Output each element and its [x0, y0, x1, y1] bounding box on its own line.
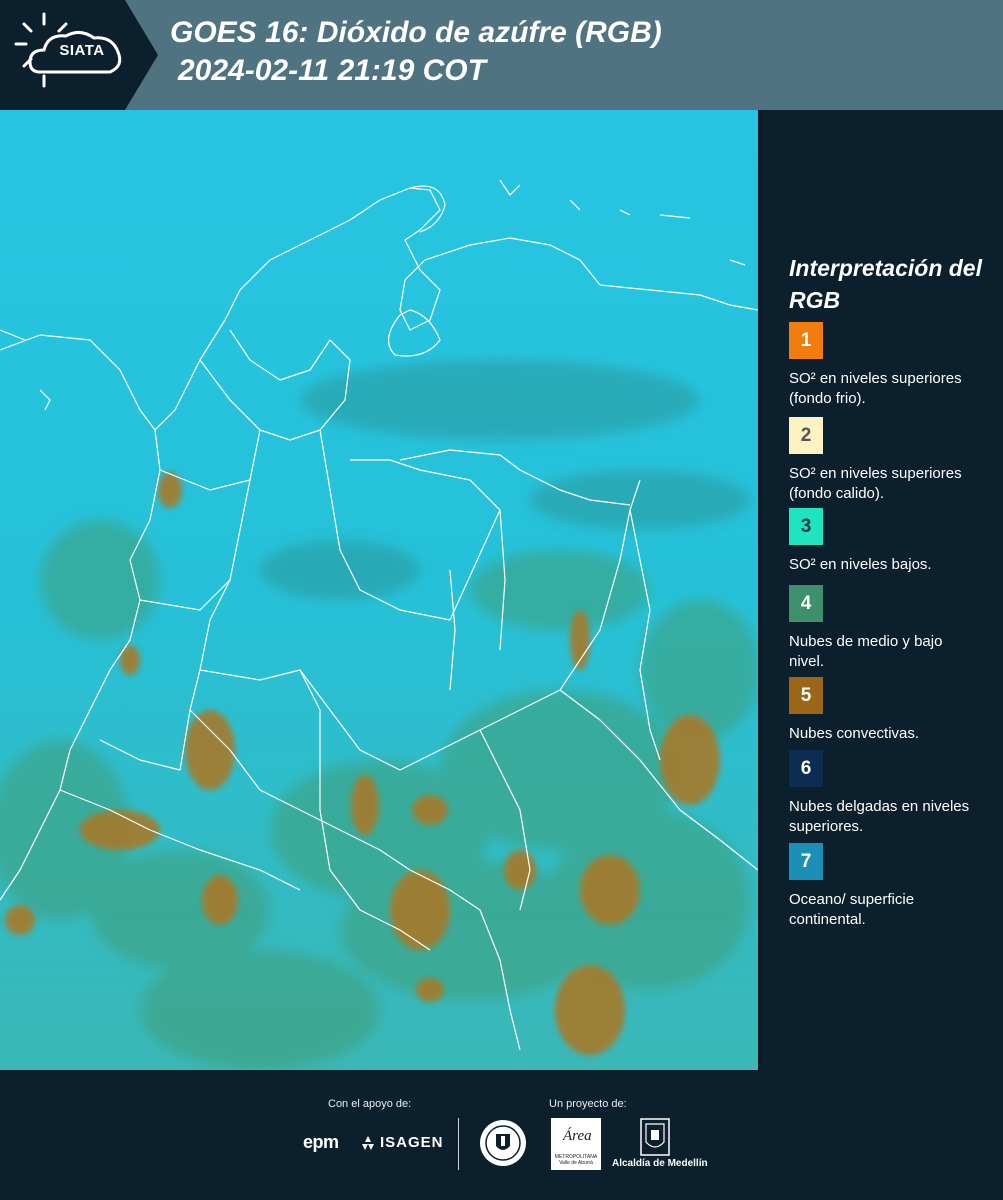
legend-title: Interpretación del RGB: [789, 255, 982, 313]
legend-swatch: 5: [789, 677, 823, 714]
legend-description: Oceano/ superficie continental.: [789, 891, 915, 928]
legend-item-4: 4 Nubes de medio y bajo nivel.: [789, 585, 999, 672]
legend-swatch: 3: [789, 508, 823, 545]
legend-item-3: 3 SO² en niveles bajos.: [789, 508, 999, 575]
footer-divider: [458, 1118, 459, 1170]
header-bar: SIATA GOES 16: Dióxido de azúfre (RGB) 2…: [0, 0, 1003, 110]
area-logo-caption: METROPOLITANA Valle de Aburrá: [554, 1154, 598, 1166]
alcaldia-shield-icon: [640, 1118, 670, 1156]
siata-logo-text: SIATA: [59, 42, 105, 59]
legend-item-5: 5 Nubes convectivas.: [789, 677, 999, 744]
legend-description: SO² en niveles superiores (fondo frio).: [789, 370, 962, 407]
legend-swatch: 7: [789, 843, 823, 880]
footer: Con el apoyo de: Un proyecto de: epm ISA…: [0, 1070, 1003, 1200]
page-timestamp: 2024-02-11 21:19 COT: [178, 54, 486, 87]
legend-swatch: 1: [789, 322, 823, 359]
isagen-text: ISAGEN: [380, 1134, 444, 1151]
alcaldia-label: Alcaldía de Medellín: [612, 1158, 708, 1169]
legend-item-6: 6 Nubes delgadas en niveles superiores.: [789, 750, 999, 837]
isagen-logo: ISAGEN: [360, 1134, 444, 1151]
project-label: Un proyecto de:: [549, 1098, 627, 1110]
epm-logo: epm: [303, 1132, 339, 1152]
legend-swatch: 2: [789, 417, 823, 454]
legend-item-1: 1 SO² en niveles superiores (fondo frio)…: [789, 322, 999, 409]
satellite-map[interactable]: [0, 110, 758, 1070]
legend-description: Nubes de medio y bajo nivel.: [789, 633, 943, 670]
legend-swatch: 6: [789, 750, 823, 787]
siata-logo-band: SIATA: [0, 0, 160, 110]
page-title: GOES 16: Dióxido de azúfre (RGB): [170, 16, 662, 49]
legend-description: SO² en niveles superiores (fondo calido)…: [789, 465, 962, 502]
legend-item-2: 2 SO² en niveles superiores (fondo calid…: [789, 417, 999, 504]
area-logo-word: Área: [563, 1128, 592, 1144]
legend-swatch: 4: [789, 585, 823, 622]
medellin-seal-icon: [480, 1120, 526, 1166]
legend-description: Nubes delgadas en niveles superiores.: [789, 798, 970, 835]
support-label: Con el apoyo de:: [328, 1098, 412, 1110]
isagen-mark-icon: [362, 1135, 374, 1150]
satellite-image: [0, 110, 758, 1070]
legend-panel: Interpretación del RGB 1 SO² en niveles …: [761, 110, 1003, 1070]
legend-item-7: 7 Oceano/ superficie continental.: [789, 843, 999, 930]
legend-description: SO² en niveles bajos.: [789, 556, 932, 573]
area-metropolitana-logo: Área METROPOLITANA Valle de Aburrá: [551, 1118, 601, 1170]
legend-description: Nubes convectivas.: [789, 725, 920, 742]
